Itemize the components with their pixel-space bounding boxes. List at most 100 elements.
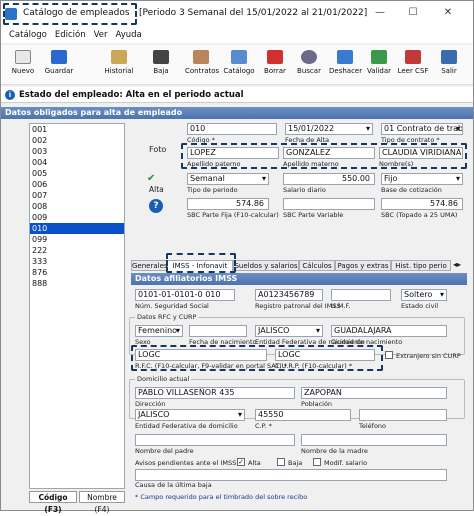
catalog-icon [231,50,247,64]
list-item[interactable]: 009 [30,212,124,223]
list-item[interactable]: 005 [30,168,124,179]
tab-calculos[interactable]: Cálculos [299,260,335,271]
menu-ver[interactable]: Ver [94,27,108,43]
city-input[interactable]: ZAPOPAN [301,387,447,399]
info-icon: i [5,90,15,100]
sbc-tope-input[interactable]: 574.86 [381,198,463,210]
minimize-icon[interactable]: — [373,7,387,19]
last-termination-label: Causa de la última baja [135,481,212,489]
exit-button[interactable]: Salir [433,48,465,82]
period-type-label: Tipo de periodo [187,186,238,194]
birth-city-input[interactable]: GUADALAJARA [331,325,447,337]
list-item[interactable]: 876 [30,267,124,278]
umf-label: U.M.F. [331,302,351,310]
list-item[interactable]: 004 [30,157,124,168]
save-button[interactable]: Guardar [43,48,75,82]
new-icon [15,50,31,64]
menu-edicion[interactable]: Edición [55,27,86,43]
menu-ayuda[interactable]: Ayuda [116,27,142,43]
domicile-state-select[interactable]: JALISCO [135,409,245,421]
tab-generales[interactable]: Generales [131,260,168,271]
estado-civil-select[interactable]: Soltero [401,289,447,301]
daily-salary-input[interactable]: 550.00 [283,173,375,185]
close-icon[interactable]: ✕ [441,7,455,19]
sbc-fixed-input[interactable]: 574.86 [187,198,269,210]
baja-icon [153,50,169,64]
tab-pagos[interactable]: Pagos y extras [335,260,391,271]
city-label: Población [301,400,333,408]
extranjero-checkbox[interactable] [385,351,393,359]
fecha-alta-input[interactable]: 15/01/2022 [285,123,373,135]
nss-input[interactable]: 0101-01-0101-0 010 [135,289,235,301]
base-cotizacion-label: Base de cotización [381,186,442,194]
address-label: Dirección [135,400,166,408]
delete-icon [267,50,283,64]
contracts-button[interactable]: Contratos [185,48,219,82]
read-csf-icon [405,50,421,64]
umf-input[interactable] [331,289,391,301]
sexo-select[interactable]: Femenino [135,325,183,337]
list-item[interactable]: 010 [30,223,124,234]
domicile-state-label: Entidad Federativa de domicilio [135,422,238,430]
birth-state-select[interactable]: JALISCO [255,325,323,337]
father-name-input[interactable] [135,434,295,446]
base-cotizacion-select[interactable]: Fijo [381,173,463,185]
tab-hist-periodo[interactable]: Hist. tipo perio [391,260,451,271]
baja-button[interactable]: Baja [145,48,177,82]
list-item[interactable]: 001 [30,124,124,135]
registro-patronal-input[interactable]: A0123456789 [255,289,323,301]
employee-catalog-window: Catálogo de empleados [Periodo 3 Semanal… [0,0,474,514]
alta-checkbox[interactable]: ✓ [237,458,245,466]
validate-button[interactable]: Validar [363,48,395,82]
new-button[interactable]: Nuevo [7,48,39,82]
search-icon [301,50,317,64]
undo-button[interactable]: Deshacer [329,48,362,82]
address-input[interactable]: PABLO VILLASEÑOR 435 [135,387,295,399]
list-item[interactable]: 222 [30,245,124,256]
cp-input[interactable]: 45550 [255,409,351,421]
tab-nombre[interactable]: Nombre (F4) [79,491,125,514]
delete-button[interactable]: Borrar [259,48,291,82]
modif-salario-option-label: Modif. salario [324,459,368,467]
tab-scroll-icon[interactable]: ◂▸ [453,260,461,269]
highlight-rfc-curp [131,345,383,371]
extranjero-label: Extranjero sin CURP [396,352,461,360]
phone-input[interactable] [359,409,447,421]
tab-codigo[interactable]: Código (F3) [29,491,77,514]
menu-bar: Catálogo Edición Ver Ayuda [1,27,473,43]
baja-checkbox[interactable] [277,458,285,466]
search-button[interactable]: Buscar [293,48,325,82]
birthdate-input[interactable] [189,325,247,337]
domicilio-group-label: Domicilio actual [135,375,192,383]
history-button[interactable]: Historial [103,48,135,82]
nss-label: Núm. Seguridad Social [135,302,209,310]
list-item[interactable]: 003 [30,146,124,157]
catalog-button[interactable]: Catálogo [223,48,255,82]
employee-list[interactable]: 001 002 003 004 005 006 007 008 009 010 099 222 333 8… [29,123,125,489]
read-csf-button[interactable]: Leer CSF [397,48,429,82]
sbc-tope-label: SBC (Topado a 25 UMA) [381,211,458,219]
tab-sueldos[interactable]: Sueldos y salarios [233,260,299,271]
list-item[interactable]: 008 [30,201,124,212]
list-item[interactable]: 099 [30,234,124,245]
menu-catalogo[interactable]: Catálogo [9,27,47,43]
sbc-variable-input[interactable] [283,198,375,210]
toolbar: Nuevo Guardar Historial Baja Contratos C… [1,45,473,85]
mother-name-input[interactable] [301,434,447,446]
codigo-input[interactable]: 010 [187,123,277,135]
alta-check-icon: ✔ [147,173,156,184]
sbc-fixed-label: SBC Parte Fija (F10-calcular) [187,211,279,219]
list-item[interactable]: 888 [30,278,124,289]
maximize-icon[interactable]: ☐ [406,7,420,19]
help-icon[interactable]: ? [149,199,163,213]
last-termination-input[interactable] [135,469,447,481]
modif-salario-checkbox[interactable] [313,458,321,466]
period-type-select[interactable]: Semanal [187,173,269,185]
list-item[interactable]: 006 [30,179,124,190]
registro-patronal-label: Registro patronal del IMSS [255,302,341,310]
list-item[interactable]: 333 [30,256,124,267]
status-text: Estado del empleado: Alta en el periodo … [19,90,244,100]
contract-type-select[interactable]: 01 Contrato de trab [381,123,463,135]
list-item[interactable]: 002 [30,135,124,146]
list-item[interactable]: 007 [30,190,124,201]
